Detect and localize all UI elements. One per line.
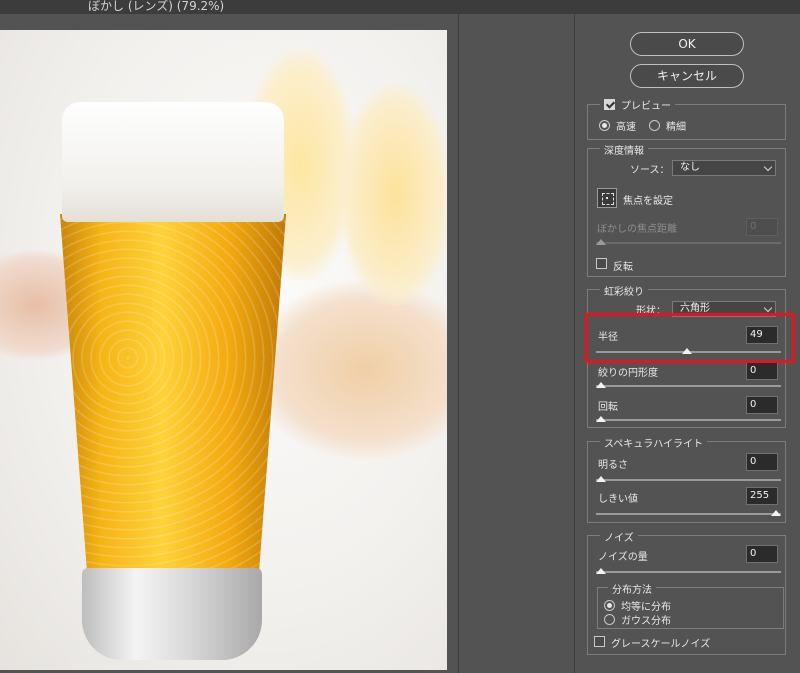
brightness-slider[interactable] [596, 479, 781, 481]
beer-glass [58, 102, 290, 662]
blur-focal-distance-input[interactable]: 0 [746, 218, 778, 236]
dialog-title: ぼかし (レンズ) (79.2%) [88, 0, 225, 13]
distribution-radio-uniform[interactable] [604, 600, 615, 611]
beer-liquid [60, 214, 286, 574]
rotation-label: 回転 [598, 402, 618, 413]
divider-left [458, 14, 459, 673]
blade-curvature-label: 絞りの円形度 [598, 368, 658, 379]
invert-checkbox[interactable] [596, 258, 607, 269]
brightness-handle[interactable] [596, 476, 606, 482]
distribution-gaussian-label: ガウス分布 [621, 616, 671, 627]
noise-amount-slider[interactable] [596, 571, 781, 573]
threshold-input[interactable]: 255 [746, 487, 778, 505]
quality-fast-label: 高速 [616, 122, 636, 133]
noise-amount-handle[interactable] [596, 568, 606, 574]
radius-highlight-box [585, 313, 795, 363]
quality-accurate-label: 精細 [666, 122, 686, 133]
noise-amount-input[interactable]: 0 [746, 545, 778, 563]
chevron-down-icon [763, 162, 773, 172]
noise-amount-label: ノイズの量 [598, 552, 648, 563]
ok-button[interactable]: OK [630, 32, 744, 56]
invert-label: 反転 [613, 262, 633, 273]
blur-focal-distance-handle[interactable] [596, 239, 606, 245]
threshold-slider[interactable] [596, 513, 781, 515]
brightness-label: 明るさ [598, 460, 628, 471]
beer-foam [62, 102, 284, 222]
quality-radio-fast[interactable] [599, 120, 610, 131]
set-focus-label: 焦点を設定 [623, 196, 673, 207]
preview-legend: プレビュー [600, 97, 675, 112]
rotation-input[interactable]: 0 [746, 396, 778, 414]
background-glass-2 [340, 85, 447, 305]
blade-curvature-input[interactable]: 0 [746, 362, 778, 380]
chevron-down-icon [763, 303, 773, 313]
distribution-legend: 分布方法 [608, 581, 656, 596]
noise-legend: ノイズ [600, 529, 638, 544]
rotation-slider[interactable] [596, 419, 781, 421]
threshold-label: しきい値 [598, 494, 638, 505]
cancel-button[interactable]: キャンセル [630, 64, 744, 88]
specular-legend: スペキュラハイライト [600, 435, 707, 450]
preview-checkbox[interactable] [604, 99, 615, 110]
distribution-radio-gaussian[interactable] [604, 614, 615, 625]
monochromatic-checkbox[interactable] [594, 636, 605, 647]
blur-focal-distance-label: ぼかしの焦点距離 [597, 224, 677, 235]
depth-map-legend: 深度情報 [600, 142, 648, 157]
depth-source-select[interactable]: なし [672, 160, 776, 176]
depth-source-label: ソース： [630, 165, 670, 176]
distribution-uniform-label: 均等に分布 [621, 602, 671, 613]
preview-label: プレビュー [621, 101, 671, 112]
divider-right [574, 14, 575, 673]
blur-focal-distance-slider[interactable] [596, 242, 781, 244]
blade-curvature-handle[interactable] [596, 382, 606, 388]
blade-curvature-slider[interactable] [596, 385, 781, 387]
quality-radio-accurate[interactable] [649, 120, 660, 131]
rotation-handle[interactable] [596, 416, 606, 422]
iris-legend: 虹彩絞り [600, 283, 648, 298]
depth-source-value: なし [680, 162, 700, 173]
glass-base [82, 568, 262, 660]
set-focus-icon[interactable] [597, 188, 617, 208]
monochromatic-label: グレースケールノイズ [611, 639, 711, 650]
dialog-titlebar: ぼかし (レンズ) (79.2%) [0, 0, 800, 14]
brightness-input[interactable]: 0 [746, 453, 778, 471]
threshold-handle[interactable] [771, 510, 781, 516]
image-preview[interactable] [0, 30, 447, 670]
